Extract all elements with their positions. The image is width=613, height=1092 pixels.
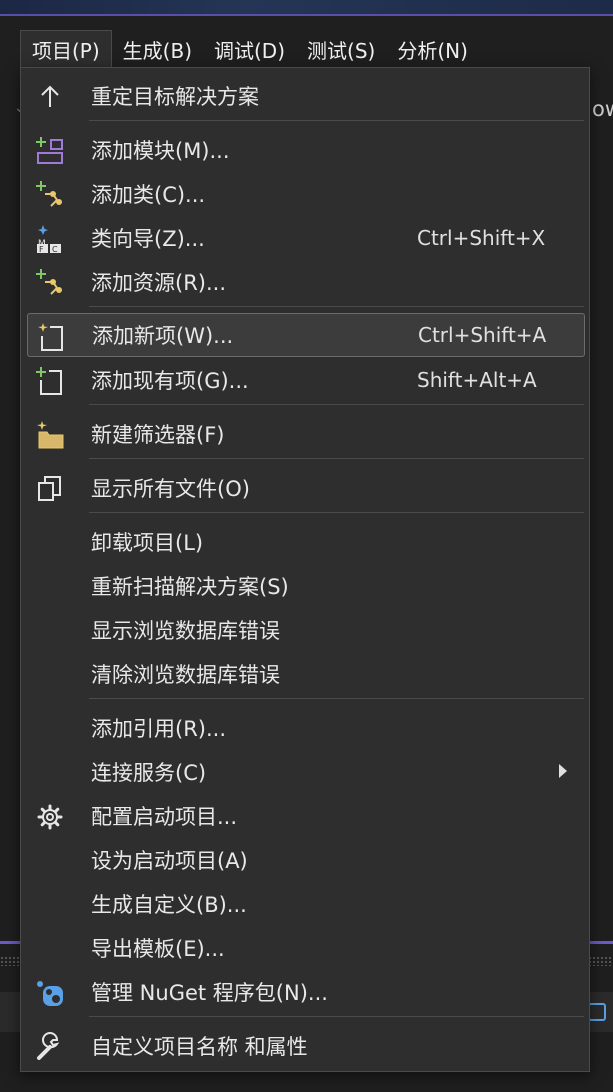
- menu-item-configure-startup[interactable]: 配置启动项目...: [21, 794, 589, 838]
- background-text: ow: [592, 97, 613, 121]
- menu-item-class-wizard[interactable]: M F C 类向导(Z)... Ctrl+Shift+X: [21, 216, 589, 260]
- new-item-icon: [36, 322, 66, 352]
- menu-item-label: 重新扫描解决方案(S): [91, 575, 289, 599]
- menu-item-label: 清除浏览数据库错误: [91, 663, 280, 687]
- menu-separator: [89, 1016, 584, 1017]
- menu-item-connected-services[interactable]: 连接服务(C): [21, 750, 589, 794]
- menu-item-label: 添加模块(M)...: [91, 139, 230, 163]
- background-panel-icon: [588, 1003, 606, 1021]
- menu-debug[interactable]: 调试(D): [203, 30, 296, 68]
- menu-item-label: 类向导(Z)...: [91, 227, 205, 251]
- project-menu-dropdown: 重定目标解决方案 添加模块(M)... 添加类(C)... F C 类向导(Z)…: [20, 67, 590, 1072]
- menu-item-label: 添加新项(W)...: [92, 324, 234, 348]
- menu-item-label: 添加现有项(G)...: [91, 369, 249, 393]
- menu-item-new-filter[interactable]: 新建筛选器(F): [21, 412, 589, 456]
- menu-item-clear-browse-db-errors[interactable]: 清除浏览数据库错误: [21, 652, 589, 696]
- menu-separator: [89, 306, 584, 307]
- menu-item-add-resource[interactable]: 添加资源(R)...: [21, 260, 589, 304]
- title-bar-strip: [0, 0, 613, 14]
- menu-item-label: 管理 NuGet 程序包(N)...: [91, 981, 328, 1005]
- menu-item-unload-project[interactable]: 卸载项目(L): [21, 520, 589, 564]
- menu-item-add-new-item[interactable]: 添加新项(W)... Ctrl+Shift+A: [27, 313, 585, 357]
- menu-item-label: 卸载项目(L): [91, 531, 204, 555]
- menu-project[interactable]: 项目(P): [20, 30, 112, 68]
- menu-item-label: 生成自定义(B)...: [91, 893, 247, 917]
- class-wizard-icon: M F C: [35, 224, 65, 254]
- menu-item-rescan-solution[interactable]: 重新扫描解决方案(S): [21, 564, 589, 608]
- add-module-icon: [35, 136, 65, 166]
- menu-item-shortcut: Ctrl+Shift+X: [417, 226, 546, 250]
- menu-item-label: 显示所有文件(O): [91, 477, 250, 501]
- menu-separator: [89, 404, 584, 405]
- menu-item-show-all-files[interactable]: 显示所有文件(O): [21, 466, 589, 510]
- existing-item-icon: [35, 366, 65, 396]
- menu-separator: [89, 512, 584, 513]
- menu-item-label: 添加引用(R)...: [91, 717, 227, 741]
- menu-item-add-module[interactable]: 添加模块(M)...: [21, 128, 589, 172]
- menu-item-retarget-solution[interactable]: 重定目标解决方案: [21, 74, 589, 118]
- menu-item-show-browse-db-errors[interactable]: 显示浏览数据库错误: [21, 608, 589, 652]
- menu-test[interactable]: 测试(S): [296, 30, 386, 68]
- add-class-icon: [35, 180, 65, 210]
- add-resource-icon: [35, 268, 65, 298]
- menu-analyze[interactable]: 分析(N): [386, 30, 479, 68]
- menu-item-label: 添加类(C)...: [91, 183, 206, 207]
- nuget-icon: [35, 978, 65, 1008]
- svg-text:C: C: [52, 245, 58, 254]
- menu-item-add-existing-item[interactable]: 添加现有项(G)... Shift+Alt+A: [21, 358, 589, 402]
- menu-item-label: 添加资源(R)...: [91, 271, 227, 295]
- new-folder-icon: [35, 420, 65, 450]
- menu-item-set-startup[interactable]: 设为启动项目(A): [21, 838, 589, 882]
- arrow-up-icon: [35, 82, 65, 112]
- menu-item-label: 新建筛选器(F): [91, 423, 225, 447]
- menu-item-shortcut: Ctrl+Shift+A: [418, 323, 547, 347]
- gear-icon: [35, 802, 65, 832]
- menu-separator: [89, 120, 584, 121]
- menu-item-add-class[interactable]: 添加类(C)...: [21, 172, 589, 216]
- menu-bar: 项目(P) 生成(B) 调试(D) 测试(S) 分析(N): [20, 30, 613, 68]
- menu-item-export-template[interactable]: 导出模板(E)...: [21, 926, 589, 970]
- menu-item-shortcut: Shift+Alt+A: [417, 368, 537, 392]
- show-all-files-icon: [35, 474, 65, 504]
- submenu-arrow-icon: [559, 764, 567, 778]
- svg-text:F: F: [39, 245, 44, 254]
- menu-item-add-reference[interactable]: 添加引用(R)...: [21, 706, 589, 750]
- menu-item-customize-project[interactable]: 自定义项目名称 和属性: [21, 1024, 589, 1068]
- menu-item-label: 自定义项目名称 和属性: [91, 1035, 308, 1059]
- menu-build[interactable]: 生成(B): [112, 30, 203, 68]
- menu-separator: [89, 698, 584, 699]
- menu-separator: [89, 458, 584, 459]
- menu-item-manage-nuget[interactable]: 管理 NuGet 程序包(N)...: [21, 970, 589, 1014]
- menu-item-label: 重定目标解决方案: [91, 85, 259, 109]
- menu-item-build-customizations[interactable]: 生成自定义(B)...: [21, 882, 589, 926]
- wrench-icon: [35, 1032, 65, 1062]
- menu-item-label: 设为启动项目(A): [91, 849, 248, 873]
- menu-item-label: 显示浏览数据库错误: [91, 619, 280, 643]
- menu-item-label: 导出模板(E)...: [91, 937, 225, 961]
- menu-item-label: 配置启动项目...: [91, 805, 238, 829]
- menu-item-label: 连接服务(C): [91, 761, 207, 785]
